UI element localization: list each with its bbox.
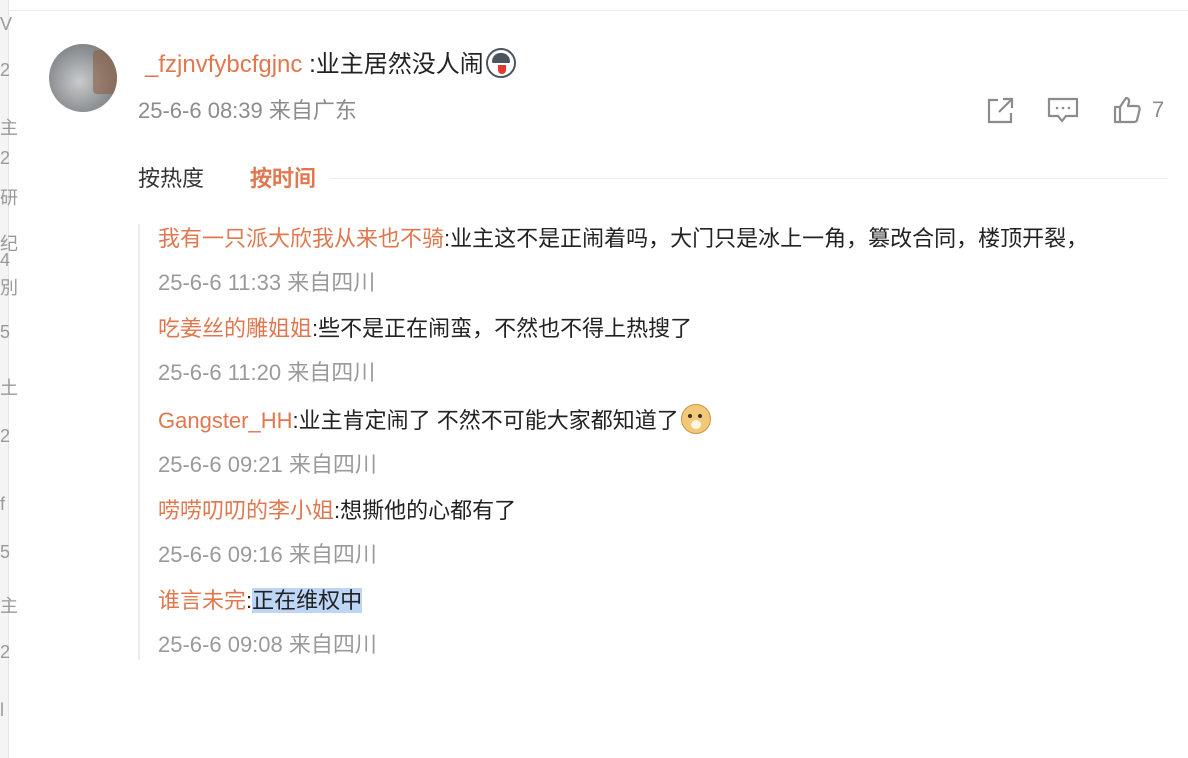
reply-date: 25-6-6 11:20 (158, 360, 282, 385)
strip-char: 4 (0, 250, 11, 270)
main-comment-username[interactable]: _fzjnvfybcfgjnc (145, 51, 302, 78)
strip-char: 別 (0, 278, 18, 298)
reply-item: 吃姜丝的雕姐姐:些不是正在闹蛮，不然也不得上热搜了 25-6-6 11:20 来… (158, 314, 1168, 388)
reply-date: 25-6-6 09:16 (158, 542, 283, 567)
strip-char: 土 (0, 378, 18, 398)
reply-location: 来自四川 (288, 542, 377, 567)
main-comment-text: :业主居然没人闹 (302, 51, 484, 78)
share-button[interactable] (984, 94, 1016, 126)
reply-body: Gangster_HH:业主肯定闹了 不然不可能大家都知道了 (158, 404, 1168, 436)
strip-char: 主 (0, 596, 18, 616)
reply-item: Gangster_HH:业主肯定闹了 不然不可能大家都知道了 25-6-6 09… (158, 404, 1168, 480)
reply-text: :业主肯定闹了 不然不可能大家都知道了 (292, 408, 679, 433)
main-comment: _fzjnvfybcfgjnc :业主居然没人闹 (145, 48, 516, 82)
comment-icon (1047, 97, 1079, 123)
reply-list: 我有一只派大欣我从来也不骑:业主这不是正闹着吗，大门只是冰上一角，篡改合同，楼顶… (138, 224, 1168, 660)
reply-username[interactable]: 吃姜丝的雕姐姐 (158, 316, 312, 341)
reply-item: 谁言未完:正在维权中 25-6-6 09:08 来自四川 (158, 586, 1168, 660)
main-comment-date: 25-6-6 08:39 (138, 98, 263, 123)
share-icon (987, 97, 1014, 124)
reply-text: :些不是正在闹蛮，不然也不得上热搜了 (312, 316, 693, 341)
like-count: 7 (1152, 97, 1165, 122)
reply-body: 吃姜丝的雕姐姐:些不是正在闹蛮，不然也不得上热搜了 (158, 314, 1168, 344)
sort-divider (330, 178, 1168, 179)
strip-char: 2 (0, 642, 11, 662)
strip-char: 主 (0, 118, 18, 138)
reply-username[interactable]: 我有一只派大欣我从来也不骑 (158, 226, 444, 251)
like-button[interactable]: 7 (1112, 94, 1164, 126)
reply-date: 25-6-6 11:33 (158, 270, 282, 295)
reply-location: 来自四川 (288, 452, 377, 477)
reply-meta: 25-6-6 09:08 来自四川 (158, 630, 1168, 660)
sort-by-time-tab[interactable]: 按时间 (250, 164, 316, 194)
reply-date: 25-6-6 09:08 (158, 632, 283, 657)
top-divider (8, 10, 1188, 11)
main-comment-location: 来自广东 (268, 98, 357, 123)
avatar[interactable] (49, 44, 117, 112)
strip-char: 2 (0, 60, 11, 80)
reply-item: 我有一只派大欣我从来也不骑:业主这不是正闹着吗，大门只是冰上一角，篡改合同，楼顶… (158, 224, 1168, 298)
reply-meta: 25-6-6 11:33 来自四川 (158, 268, 1168, 298)
reply-meta: 25-6-6 09:21 来自四川 (158, 450, 1168, 480)
strip-char: 2 (0, 148, 11, 168)
reply-location: 来自四川 (287, 360, 376, 385)
reply-meta: 25-6-6 09:16 来自四川 (158, 540, 1168, 570)
reply-location: 来自四川 (288, 632, 377, 657)
reply-text: :业主这不是正闹着吗，大门只是冰上一角，篡改合同，楼顶开裂， (444, 226, 1089, 251)
reply-body: 唠唠叨叨的李小姐:想撕他的心都有了 (158, 496, 1168, 526)
thumbs-up-icon (1113, 96, 1141, 124)
left-sidebar-strip: V 2 主 2 研 纪 4 別 5 土 2 f 5 主 2 l (0, 0, 18, 758)
reply-text: :想撕他的心都有了 (334, 498, 517, 523)
strip-char: 5 (0, 322, 11, 342)
strip-char: l (0, 700, 4, 720)
strip-char: 2 (0, 426, 11, 446)
main-comment-meta: 25-6-6 08:39 来自广东 (138, 96, 357, 126)
reply-item: 唠唠叨叨的李小姐:想撕他的心都有了 25-6-6 09:16 来自四川 (158, 496, 1168, 570)
reply-body: 我有一只派大欣我从来也不骑:业主这不是正闹着吗，大门只是冰上一角，篡改合同，楼顶… (158, 224, 1168, 254)
strip-char: 研 (0, 188, 18, 208)
strip-char: 5 (0, 542, 11, 562)
reply-meta: 25-6-6 11:20 来自四川 (158, 358, 1168, 388)
reply-body: 谁言未完:正在维权中 (158, 586, 1168, 616)
sort-by-hot-tab[interactable]: 按热度 (138, 164, 204, 194)
comment-button[interactable] (1046, 94, 1080, 126)
reply-date: 25-6-6 09:21 (158, 452, 283, 477)
strip-char: V (0, 14, 13, 34)
reply-location: 来自四川 (287, 270, 376, 295)
selected-reply-text: 正在维权中 (252, 588, 363, 613)
doge-emoji-icon (680, 404, 711, 434)
reply-username[interactable]: Gangster_HH (158, 408, 293, 433)
reply-username[interactable]: 唠唠叨叨的李小姐 (158, 498, 334, 523)
husky-emoji-icon (485, 48, 516, 78)
strip-char: f (0, 494, 6, 514)
reply-username[interactable]: 谁言未完 (158, 588, 246, 613)
